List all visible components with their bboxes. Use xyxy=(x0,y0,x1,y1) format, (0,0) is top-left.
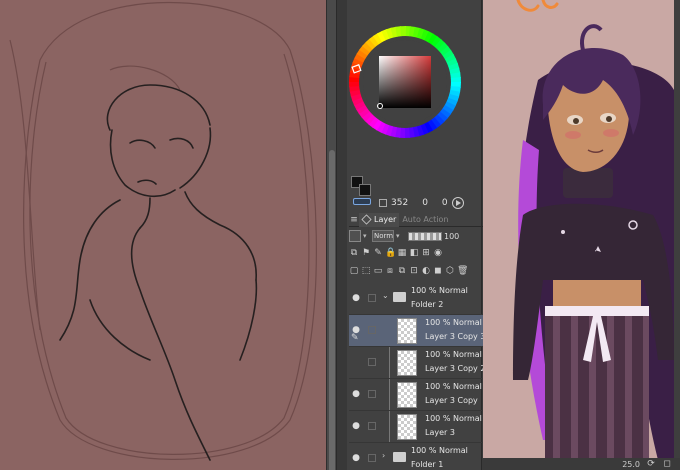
tab-layer-label: Layer xyxy=(374,214,397,224)
layer-toolbar-2: ▢ ⬚ ▭ ⧈ ⧉ ⊡ ◐ ◼ ⬡ 🗑 xyxy=(349,264,469,277)
background-color[interactable] xyxy=(359,184,371,196)
play-icon[interactable] xyxy=(451,197,464,209)
status-bar: 25.0 ⟳ ◻ xyxy=(483,458,680,470)
copy-icon[interactable]: ⧉ xyxy=(397,266,407,276)
layer-thumbnail xyxy=(397,382,417,408)
layer-name: Layer 3 Copy 2 xyxy=(425,364,486,373)
eye-icon[interactable]: ● xyxy=(351,453,361,463)
layer-toolbar-1: ⧉ ⚑ ✎ 🔒 ▦ ◧ ⊞ ◉ xyxy=(349,246,443,259)
layer-name: Layer 3 Copy 3 xyxy=(425,332,486,341)
opacity-value[interactable]: 100 xyxy=(444,232,459,241)
eye-icon[interactable]: ● xyxy=(351,421,361,431)
layer-folder-2[interactable]: ● ⌄ 100 % Normal Folder 2 xyxy=(349,283,483,315)
layer-info: 100 % Normal xyxy=(411,286,468,295)
draft-icon[interactable]: ✎ xyxy=(373,248,383,258)
transparent-color[interactable] xyxy=(353,198,371,205)
layer-copy[interactable]: ● 100 % Normal Layer 3 Copy xyxy=(349,379,483,411)
layer-list: ● ⌄ 100 % Normal Folder 2 ● ✎ 100 % Norm… xyxy=(349,283,486,470)
layer-folder-1[interactable]: ● › 100 % Normal Folder 1 xyxy=(349,443,483,470)
mask-icon[interactable]: ◧ xyxy=(409,248,419,258)
panel-grip[interactable] xyxy=(337,0,347,470)
panel-tabs: ≡ Layer Auto Action xyxy=(349,212,483,227)
palette-icon[interactable]: ◉ xyxy=(433,248,443,258)
tab-auto-action-label: Auto Action xyxy=(402,214,449,224)
brush-value-2: 0 xyxy=(441,198,448,208)
duplicate-icon[interactable]: ⊡ xyxy=(409,266,419,276)
fit-icon[interactable]: ◻ xyxy=(662,459,672,469)
eye-icon[interactable]: ● xyxy=(351,293,361,303)
layer-info: 100 % Normal xyxy=(425,414,482,423)
eye-icon[interactable]: ● xyxy=(351,389,361,399)
layer-icon xyxy=(361,214,372,225)
brush-value-1: 0 xyxy=(422,198,428,208)
color-wheel[interactable] xyxy=(349,26,461,138)
trash-icon[interactable]: 🗑 xyxy=(457,266,468,276)
layer-lock-toggle[interactable] xyxy=(368,294,376,302)
transparency-lock-icon[interactable]: ▦ xyxy=(397,248,407,258)
ruler-icon[interactable]: ⊞ xyxy=(421,248,431,258)
chevron-right-icon[interactable]: › xyxy=(382,451,385,460)
sketch-canvas[interactable] xyxy=(0,0,326,470)
mask-add-icon[interactable]: ◼ xyxy=(433,266,443,276)
selection-icon[interactable]: ⬡ xyxy=(445,266,455,276)
brush-size-icon xyxy=(379,199,387,207)
clip-icon[interactable]: ⧉ xyxy=(349,248,359,258)
layer-thumbnail xyxy=(397,318,417,344)
scrollbar-thumb[interactable] xyxy=(329,150,335,470)
tab-layer[interactable]: Layer xyxy=(359,212,400,227)
layer-info: 100 % Normal xyxy=(425,382,482,391)
canvas-scrollbar[interactable] xyxy=(326,0,336,470)
layer-info: 100 % Normal xyxy=(411,446,468,455)
layer-lock-toggle[interactable] xyxy=(368,326,376,334)
rotate-icon[interactable]: ⟳ xyxy=(646,459,656,469)
blend-mode-select[interactable]: Norma xyxy=(372,230,394,242)
lock-icon[interactable]: 🔒 xyxy=(385,248,396,258)
layer-lock-toggle[interactable] xyxy=(368,454,376,462)
new-vector-icon[interactable]: ⬚ xyxy=(361,266,371,276)
merge-icon[interactable]: ⧈ xyxy=(385,266,395,276)
illustration-canvas[interactable] xyxy=(483,0,674,470)
new-folder-icon[interactable]: ▭ xyxy=(373,266,383,276)
side-panel: 352 0 0 ≡ Layer Auto Action ▾ Norma ▾ 10… xyxy=(336,0,486,470)
layer-copy-3[interactable]: ● ✎ 100 % Normal Layer 3 Copy 3 xyxy=(349,315,486,347)
chevron-down-icon[interactable]: ⌄ xyxy=(382,291,389,300)
brush-info: 352 0 0 xyxy=(379,196,464,210)
layer-3[interactable]: ● 100 % Normal Layer 3 xyxy=(349,411,483,443)
character-illustration xyxy=(513,0,674,466)
color-swatches[interactable] xyxy=(351,176,375,205)
layer-name: Folder 1 xyxy=(411,460,444,469)
panel-right-edge xyxy=(674,0,680,470)
brush-size-value: 352 xyxy=(391,198,409,208)
folder-icon xyxy=(393,292,406,302)
pen-icon: ✎ xyxy=(351,333,359,343)
layer-info: 100 % Normal xyxy=(425,318,482,327)
reference-icon[interactable]: ⚑ xyxy=(361,248,371,258)
layer-lock-toggle[interactable] xyxy=(368,390,376,398)
layer-copy-2[interactable]: 100 % Normal Layer 3 Copy 2 xyxy=(349,347,486,379)
layer-info: 100 % Normal xyxy=(425,350,482,359)
layer-color-button[interactable] xyxy=(349,230,361,242)
layer-name: Layer 3 xyxy=(425,428,455,437)
layer-name: Layer 3 Copy xyxy=(425,396,478,405)
chevron-down-icon[interactable]: ▾ xyxy=(363,232,370,240)
opacity-slider[interactable] xyxy=(408,231,442,241)
new-raster-icon[interactable]: ▢ xyxy=(349,266,359,276)
layer-thumbnail xyxy=(397,350,417,376)
chevron-down-icon[interactable]: ▾ xyxy=(396,232,403,240)
layer-thumbnail xyxy=(397,414,417,440)
fill-icon[interactable]: ◐ xyxy=(421,266,431,276)
layer-name: Folder 2 xyxy=(411,300,444,309)
sketch-drawing xyxy=(9,2,317,461)
folder-icon xyxy=(393,452,406,462)
zoom-value[interactable]: 25.0 xyxy=(622,460,640,469)
layer-lock-toggle[interactable] xyxy=(368,358,376,366)
layer-properties-row: ▾ Norma ▾ 100 xyxy=(349,229,483,243)
layer-lock-toggle[interactable] xyxy=(368,422,376,430)
tab-auto-action[interactable]: Auto Action xyxy=(399,213,451,227)
menu-icon[interactable]: ≡ xyxy=(349,215,359,225)
